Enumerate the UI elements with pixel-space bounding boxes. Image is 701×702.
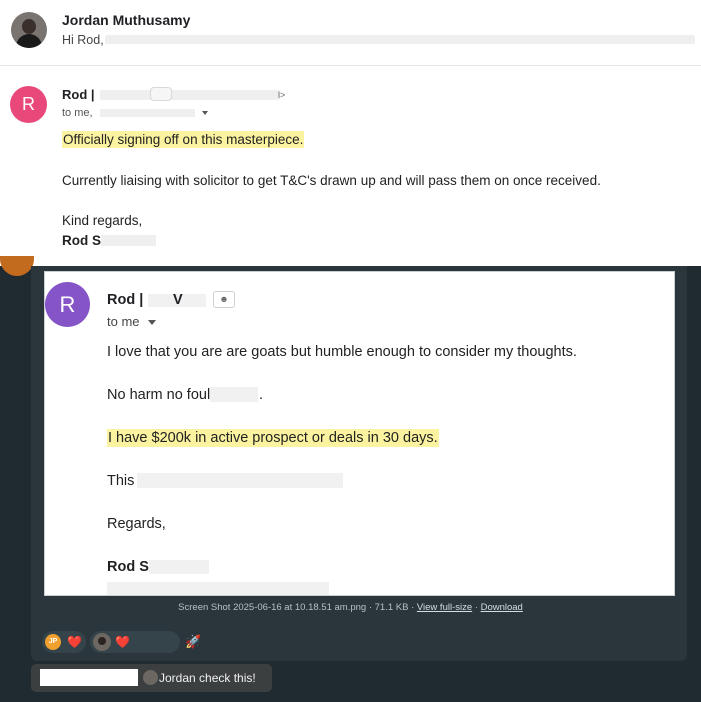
view-full-size-link[interactable]: View full-size [417,602,472,613]
sender-name-fragment: V [173,292,183,308]
attachment-caption: Screen Shot 2025-06-16 at 10.18.51 am.pn… [0,602,701,613]
highlighted-line: Officially signing off on this masterpie… [62,131,305,148]
heart-icon: ❤️ [67,635,82,649]
email-snippet: Hi Rod, [62,33,104,47]
signature: Rod S [62,233,101,248]
avatar [143,670,158,685]
body-line-end: . [259,387,264,403]
signature: Rod S [107,559,149,575]
body-line: No harm no foul [107,387,211,403]
redaction-box [40,669,138,686]
sender-name: Rod | [62,87,95,102]
email-message-rod: R Rod | l> to me, Officially signing off… [0,66,701,266]
avatar: R [10,86,47,123]
avatar [11,12,47,48]
reaction-heart[interactable]: JP ❤️ [42,631,86,653]
attachment-image[interactable]: R Rod | V ☻ to me I love that you are ar… [44,271,675,596]
chevron-down-icon [148,320,156,325]
highlighted-line: I have $200k in active prospect or deals… [107,429,439,447]
closing: Kind regards, [62,213,143,228]
download-link[interactable]: Download [481,602,523,613]
separator: · [472,602,481,613]
redaction-bar [100,109,195,117]
reply-text: Jordan check this! [159,671,256,685]
recipients-label: to me [107,314,140,329]
sender-email-end: l> [278,90,286,100]
sender-name: Jordan Muthusamy [62,12,191,28]
redaction-bar [137,473,343,488]
recipients-label: to me, [62,107,93,119]
avatar [93,633,111,651]
redaction-bar [210,387,258,402]
reaction-heart[interactable]: ❤️ [90,631,180,653]
avatar [0,256,34,276]
redaction-box [150,87,172,101]
redaction-bar [105,35,695,44]
avatar: R [45,282,90,327]
person-icon: ☻ [213,291,235,308]
file-info: Screen Shot 2025-06-16 at 10.18.51 am.pn… [178,602,417,613]
thread-reply[interactable]: Jordan check this! [31,664,272,692]
heart-icon: ❤️ [115,635,130,649]
add-reaction-icon[interactable]: 🚀 [185,634,201,650]
redaction-bar [149,560,209,574]
sender-name: Rod | [107,292,144,308]
redaction-bar [100,90,280,100]
body-line: This [107,473,135,489]
email-row-jordan[interactable]: Jordan Muthusamy Hi Rod, [0,0,701,66]
avatar: JP [45,634,61,650]
redaction-bar [107,582,329,595]
body-line: I love that you are are goats but humble… [107,344,577,360]
closing: Regards, [107,516,166,532]
chat-panel: R Rod | V ☻ to me I love that you are ar… [0,256,701,702]
redaction-bar [101,235,156,246]
body-line: Currently liaising with solicitor to get… [62,173,601,188]
chevron-down-icon[interactable] [202,111,208,115]
